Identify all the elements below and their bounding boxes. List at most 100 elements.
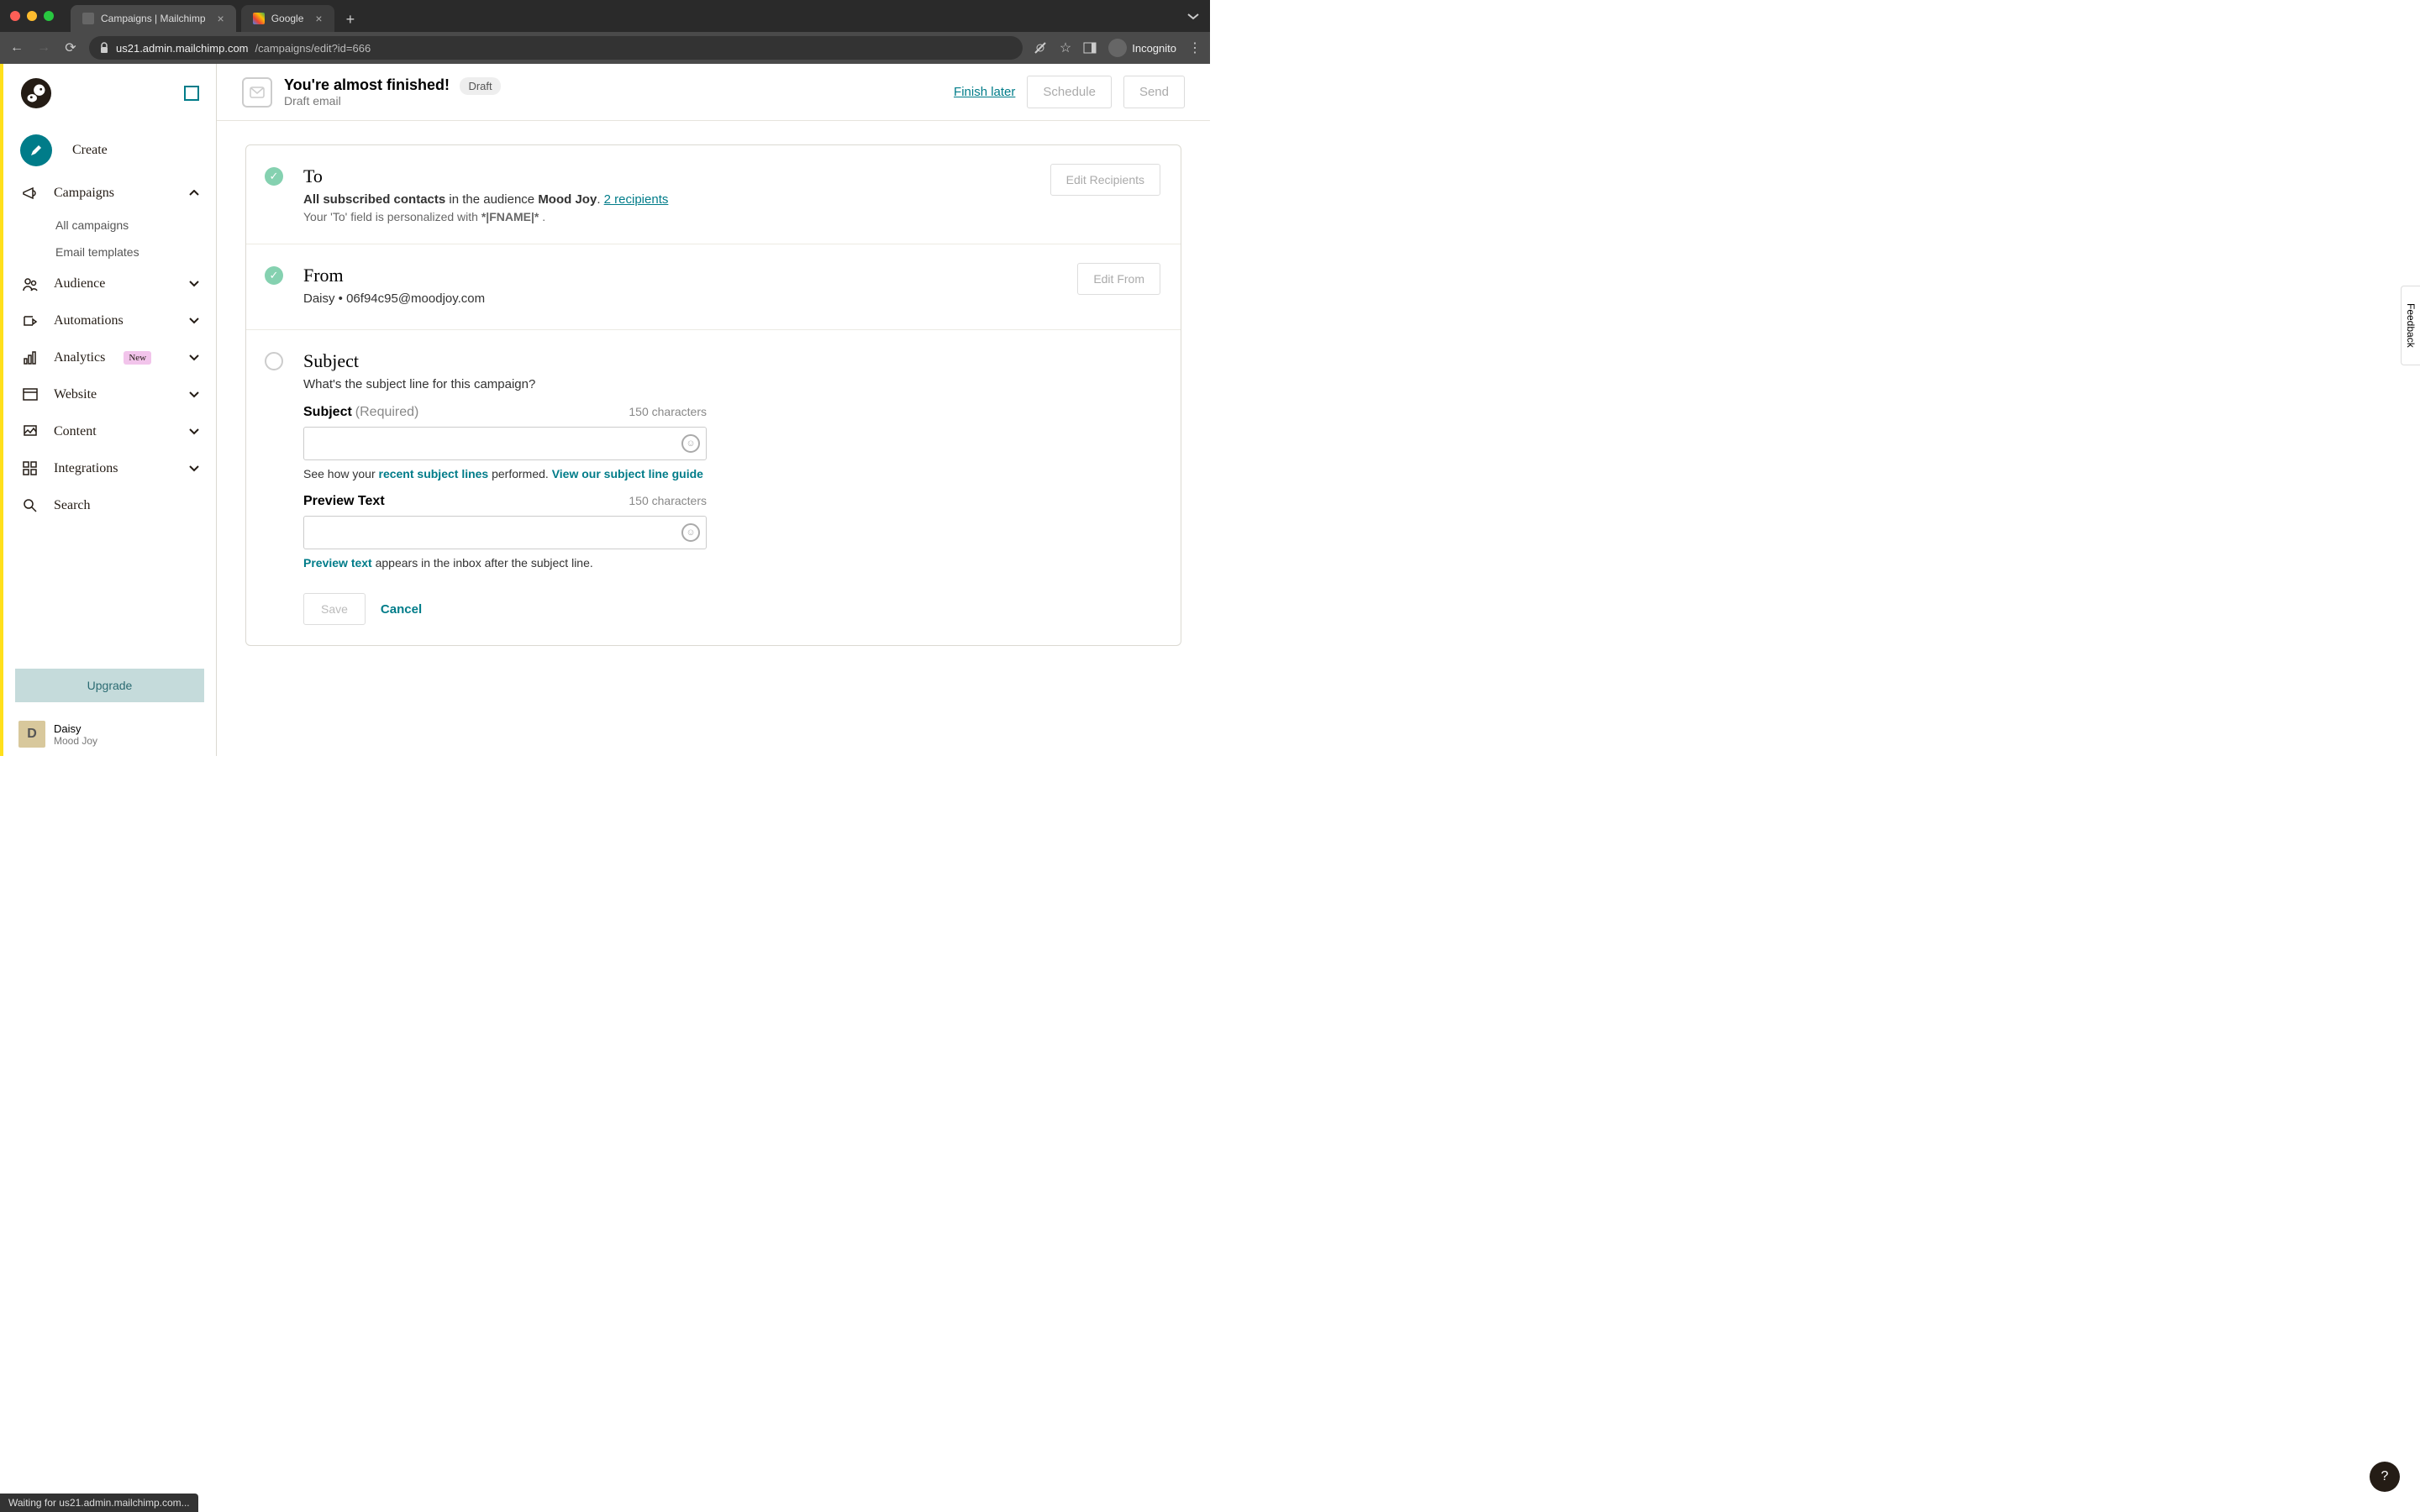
- recipients-link[interactable]: 2 recipients: [604, 192, 669, 207]
- check-complete-icon: ✓: [265, 266, 283, 285]
- to-note-suffix: .: [539, 210, 545, 223]
- sidebar-item-campaigns[interactable]: Campaigns: [3, 175, 216, 212]
- finish-later-link[interactable]: Finish later: [954, 85, 1015, 99]
- preview-text-label: Preview Text: [303, 494, 385, 509]
- incognito-icon: [1108, 39, 1127, 57]
- from-value: Daisy • 06f94c95@moodjoy.com: [303, 291, 1157, 306]
- collapse-sidebar-icon[interactable]: [184, 86, 199, 101]
- schedule-button[interactable]: Schedule: [1027, 76, 1112, 108]
- sidebar-label: Create: [72, 143, 108, 158]
- close-window-icon[interactable]: [10, 11, 20, 21]
- recent-subject-lines-link[interactable]: recent subject lines: [379, 467, 489, 480]
- browser-toolbar: ← → ⟳ us21.admin.mailchimp.com/campaigns…: [0, 32, 1210, 64]
- edit-from-button[interactable]: Edit From: [1077, 263, 1160, 295]
- campaign-card: ✓ To All subscribed contacts in the audi…: [245, 144, 1181, 646]
- emoji-picker-icon[interactable]: ☺: [681, 434, 700, 453]
- close-tab-icon[interactable]: ×: [315, 12, 322, 25]
- user-menu[interactable]: D Daisy Mood Joy: [3, 712, 216, 756]
- sidebar-sub-email-templates[interactable]: Email templates: [55, 239, 216, 265]
- back-button[interactable]: ←: [8, 40, 25, 55]
- page-header: You're almost finished! Draft Draft emai…: [217, 64, 1210, 121]
- tab-google[interactable]: Google ×: [241, 5, 334, 32]
- panel-icon[interactable]: [1083, 42, 1097, 54]
- user-name: Daisy: [54, 722, 97, 735]
- send-button[interactable]: Send: [1123, 76, 1185, 108]
- emoji-picker-icon[interactable]: ☺: [681, 523, 700, 542]
- new-tab-button[interactable]: +: [339, 8, 362, 32]
- tab-title: Google: [271, 13, 304, 24]
- megaphone-icon: [20, 183, 40, 203]
- reload-button[interactable]: ⟳: [62, 39, 79, 56]
- address-bar[interactable]: us21.admin.mailchimp.com/campaigns/edit?…: [89, 36, 1023, 60]
- tab-mailchimp[interactable]: Campaigns | Mailchimp ×: [71, 5, 236, 32]
- chevron-down-icon: [189, 318, 199, 324]
- edit-recipients-button[interactable]: Edit Recipients: [1050, 164, 1160, 196]
- kebab-menu-icon[interactable]: ⋮: [1188, 39, 1202, 56]
- sidebar-item-automations[interactable]: Automations: [3, 302, 216, 339]
- chevron-down-icon: [189, 281, 199, 287]
- chevron-down-icon: [189, 391, 199, 398]
- sidebar-sub-all-campaigns[interactable]: All campaigns: [55, 212, 216, 239]
- subject-char-count: 150 characters: [629, 405, 707, 418]
- page-title: You're almost finished!: [284, 76, 450, 93]
- user-info: Daisy Mood Joy: [54, 722, 97, 747]
- chevron-down-icon: [189, 465, 199, 472]
- help-prefix: See how your: [303, 467, 379, 480]
- sidebar-label: Content: [54, 424, 97, 439]
- chrome-overflow-icon[interactable]: [1186, 12, 1200, 20]
- to-contacts-label: All subscribed contacts: [303, 192, 445, 207]
- integrations-icon: [20, 459, 40, 479]
- upgrade-button[interactable]: Upgrade: [15, 669, 204, 702]
- feedback-tab[interactable]: Feedback: [2401, 286, 2420, 365]
- to-dot: .: [597, 192, 603, 207]
- browser-tab-bar: Campaigns | Mailchimp × Google × +: [0, 0, 1210, 32]
- eye-off-icon[interactable]: [1033, 40, 1048, 55]
- chevron-down-icon: [189, 354, 199, 361]
- sidebar-item-audience[interactable]: Audience: [3, 265, 216, 302]
- sidebar: Create Campaigns All campaigns Email tem…: [3, 64, 217, 756]
- sidebar-item-integrations[interactable]: Integrations: [3, 450, 216, 487]
- sidebar-item-create[interactable]: Create: [3, 126, 216, 175]
- chevron-up-icon: [189, 190, 199, 197]
- subject-field-label: Subject: [303, 405, 352, 420]
- cancel-link[interactable]: Cancel: [381, 602, 422, 617]
- mailchimp-logo-icon[interactable]: [20, 77, 52, 109]
- draft-badge: Draft: [460, 77, 500, 95]
- url-domain: us21.admin.mailchimp.com: [116, 42, 249, 55]
- maximize-window-icon[interactable]: [44, 11, 54, 21]
- tab-title: Campaigns | Mailchimp: [101, 13, 206, 24]
- preview-text-link[interactable]: Preview text: [303, 556, 372, 570]
- help-bubble-button[interactable]: ?: [2370, 1462, 2400, 1492]
- incognito-badge[interactable]: Incognito: [1108, 39, 1176, 57]
- to-audience-name: Mood Joy: [538, 192, 597, 207]
- save-button[interactable]: Save: [303, 593, 366, 625]
- sidebar-label: Website: [54, 387, 97, 402]
- minimize-window-icon[interactable]: [27, 11, 37, 21]
- subject-input[interactable]: [303, 427, 707, 460]
- preview-text-input[interactable]: [303, 516, 707, 549]
- sidebar-item-website[interactable]: Website: [3, 376, 216, 413]
- draft-email-icon: [242, 77, 272, 108]
- sidebar-item-content[interactable]: Content: [3, 413, 216, 450]
- subject-section: Subject What's the subject line for this…: [246, 330, 1181, 645]
- sidebar-item-search[interactable]: Search: [3, 487, 216, 524]
- website-icon: [20, 385, 40, 405]
- section-title: From: [303, 265, 1157, 286]
- close-tab-icon[interactable]: ×: [218, 12, 224, 25]
- preview-help-rest: appears in the inbox after the subject l…: [372, 556, 593, 570]
- page-subtitle: Draft email: [284, 94, 501, 108]
- check-incomplete-icon: [265, 352, 283, 370]
- bookmark-star-icon[interactable]: ☆: [1060, 39, 1071, 56]
- url-path: /campaigns/edit?id=666: [255, 42, 371, 55]
- user-org: Mood Joy: [54, 735, 97, 747]
- sidebar-label: Audience: [54, 276, 105, 291]
- subject-line-guide-link[interactable]: View our subject line guide: [552, 467, 703, 480]
- audience-icon: [20, 274, 40, 294]
- new-badge: New: [124, 351, 151, 365]
- required-label: (Required): [355, 405, 419, 420]
- avatar: D: [18, 721, 45, 748]
- to-note-prefix: Your 'To' field is personalized with: [303, 210, 481, 223]
- sidebar-label: Campaigns: [54, 186, 114, 201]
- sidebar-item-analytics[interactable]: Analytics New: [3, 339, 216, 376]
- to-section: ✓ To All subscribed contacts in the audi…: [246, 145, 1181, 244]
